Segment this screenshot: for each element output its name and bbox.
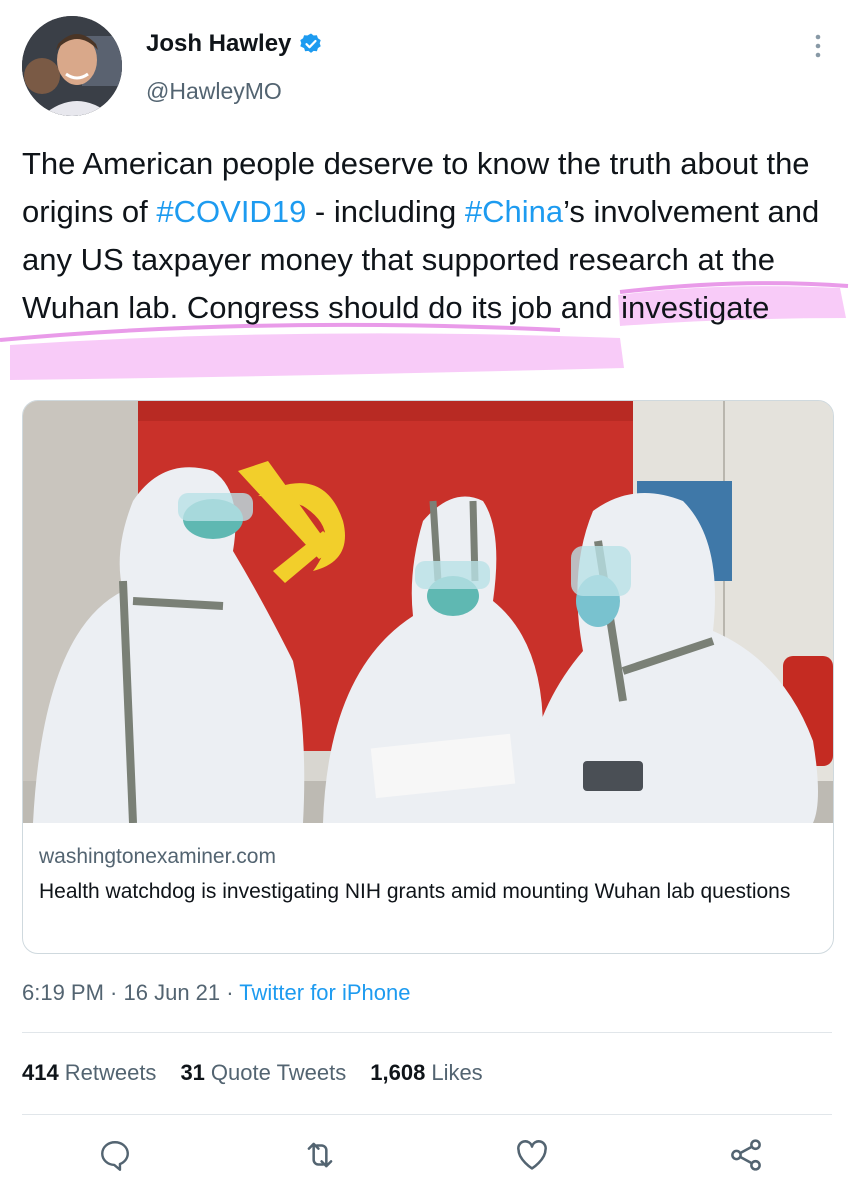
retweet-button[interactable] bbox=[300, 1135, 340, 1175]
tweet-text: The American people deserve to know the … bbox=[22, 140, 837, 332]
link-preview-card[interactable]: washingtonexaminer.com Health watchdog i… bbox=[22, 400, 834, 954]
action-bar bbox=[0, 1135, 855, 1185]
verified-badge-icon bbox=[300, 33, 322, 53]
engagement-stats: 414 Retweets 31 Quote Tweets 1,608 Likes bbox=[22, 1060, 483, 1086]
retweets-label: Retweets bbox=[64, 1060, 157, 1085]
share-icon bbox=[731, 1139, 761, 1171]
divider bbox=[22, 1114, 832, 1115]
likes-count: 1,608 bbox=[370, 1060, 426, 1085]
likes-label: Likes bbox=[431, 1060, 483, 1085]
separator: · bbox=[220, 980, 240, 1005]
tweet-text-part: - including bbox=[306, 194, 465, 229]
author-name-row[interactable]: Josh Hawley bbox=[146, 30, 323, 58]
more-options-icon[interactable] bbox=[806, 32, 830, 60]
retweets-count: 414 bbox=[22, 1060, 59, 1085]
retweet-icon bbox=[307, 1142, 333, 1168]
retweets-stat[interactable]: 414 Retweets bbox=[22, 1060, 156, 1086]
quote-tweets-count: 31 bbox=[180, 1060, 205, 1085]
separator: · bbox=[103, 980, 124, 1005]
card-image[interactable] bbox=[23, 401, 833, 823]
reply-button[interactable] bbox=[95, 1135, 135, 1175]
tweet-date[interactable]: 16 Jun 21 bbox=[124, 980, 221, 1005]
quote-tweets-label: Quote Tweets bbox=[210, 1060, 347, 1085]
tweet-source[interactable]: Twitter for iPhone bbox=[239, 980, 410, 1005]
hashtag-china[interactable]: #China bbox=[465, 194, 563, 229]
card-meta[interactable]: washingtonexaminer.com Health watchdog i… bbox=[39, 845, 819, 908]
card-domain[interactable]: washingtonexaminer.com bbox=[39, 845, 819, 869]
hashtag-covid19[interactable]: #COVID19 bbox=[156, 194, 306, 229]
tweet-timestamp: 6:19 PM · 16 Jun 21 · Twitter for iPhone bbox=[22, 980, 410, 1006]
like-button[interactable] bbox=[512, 1135, 552, 1175]
tweet-time[interactable]: 6:19 PM bbox=[22, 980, 104, 1005]
likes-stat[interactable]: 1,608 Likes bbox=[370, 1060, 482, 1086]
divider bbox=[22, 1032, 832, 1033]
quote-tweets-stat[interactable]: 31 Quote Tweets bbox=[180, 1060, 346, 1086]
share-button[interactable] bbox=[726, 1135, 766, 1175]
author-name[interactable]: Josh Hawley bbox=[146, 30, 291, 58]
heart-icon bbox=[517, 1140, 547, 1170]
card-title[interactable]: Health watchdog is investigating NIH gra… bbox=[39, 875, 819, 908]
reply-icon bbox=[101, 1141, 129, 1171]
avatar[interactable] bbox=[22, 16, 122, 116]
author-handle[interactable]: @HawleyMO bbox=[146, 78, 282, 105]
